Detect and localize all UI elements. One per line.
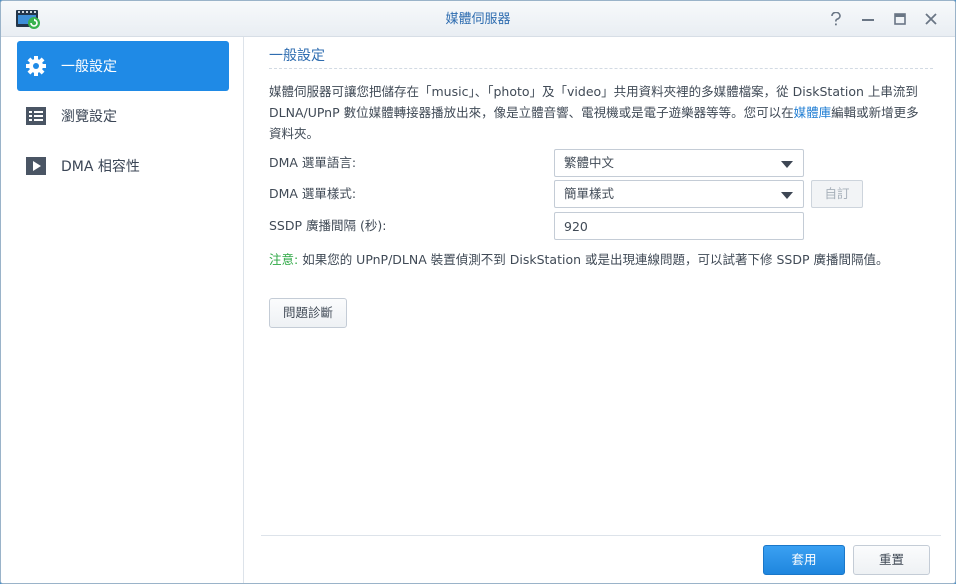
help-icon[interactable]	[827, 10, 845, 28]
general-settings-panel: 一般設定 媒體伺服器可讓您把儲存在「music」、「photo」及「video」…	[245, 37, 955, 583]
custom-button[interactable]: 自訂	[811, 180, 863, 208]
media-library-link[interactable]: 媒體庫	[794, 105, 832, 120]
section-title: 一般設定	[269, 48, 325, 64]
note-prefix: 注意:	[269, 252, 299, 267]
dma-language-label: DMA 選單語言:	[269, 155, 357, 170]
maximize-icon[interactable]	[891, 10, 909, 28]
dma-style-value: 簡單樣式	[564, 186, 615, 201]
dma-language-select[interactable]: 繁體中文	[554, 149, 804, 177]
minimize-icon[interactable]	[859, 10, 877, 28]
window-title: 媒體伺服器	[445, 12, 511, 27]
dma-style-label: DMA 選單樣式:	[269, 186, 357, 201]
sidebar-item-dma[interactable]: DMA 相容性	[17, 141, 229, 191]
chevron-down-icon	[781, 192, 793, 199]
sidebar-item-label: DMA 相容性	[61, 159, 140, 175]
play-icon	[25, 155, 47, 177]
sidebar-item-label: 一般設定	[61, 59, 117, 75]
media-server-window: 媒體伺服器 一般設定 瀏覽設定 DMA 相容性 一般設定 媒體伺服器可讓您把儲存…	[0, 0, 956, 584]
list-icon	[25, 105, 47, 127]
title-bar: 媒體伺服器	[1, 1, 955, 37]
footer-divider	[261, 535, 941, 536]
sidebar-item-browse[interactable]: 瀏覽設定	[17, 91, 229, 141]
note-body: 如果您的 UPnP/DLNA 裝置偵測不到 DiskStation 或是出現連線…	[298, 252, 889, 267]
chevron-down-icon	[781, 161, 793, 168]
diagnose-button[interactable]: 問題診斷	[269, 298, 347, 328]
ssdp-interval-label: SSDP 廣播間隔 (秒):	[269, 218, 387, 233]
close-icon[interactable]	[922, 10, 940, 28]
dma-language-value: 繁體中文	[564, 155, 615, 170]
note-text: 注意: 如果您的 UPnP/DLNA 裝置偵測不到 DiskStation 或是…	[269, 249, 929, 268]
sidebar-item-general[interactable]: 一般設定	[17, 41, 229, 91]
apply-button[interactable]: 套用	[763, 545, 845, 575]
sidebar-item-label: 瀏覽設定	[61, 109, 117, 125]
gear-icon	[25, 55, 47, 77]
dma-language-row: DMA 選單語言: 繁體中文	[269, 149, 909, 177]
ssdp-interval-input[interactable]	[554, 212, 804, 240]
dma-style-row: DMA 選單樣式: 簡單樣式 自訂	[269, 180, 909, 208]
sidebar: 一般設定 瀏覽設定 DMA 相容性	[1, 37, 244, 583]
ssdp-row: SSDP 廣播間隔 (秒):	[269, 212, 909, 240]
section-divider	[269, 68, 933, 69]
dma-style-select[interactable]: 簡單樣式	[554, 180, 804, 208]
reset-button[interactable]: 重置	[853, 545, 930, 575]
description-text: 媒體伺服器可讓您把儲存在「music」、「photo」及「video」共用資料夾…	[269, 81, 929, 144]
